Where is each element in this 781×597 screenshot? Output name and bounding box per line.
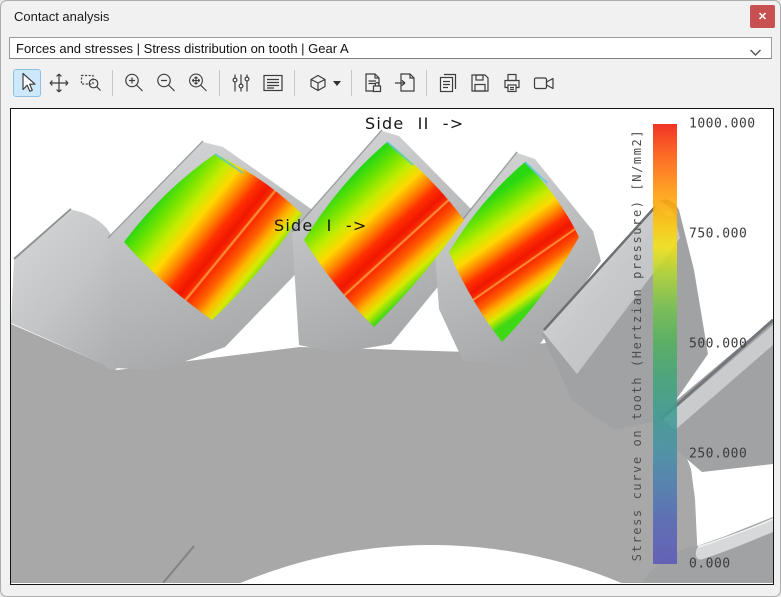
close-icon: ✕ xyxy=(758,10,767,23)
zoom-in-icon xyxy=(122,71,146,95)
window-title: Contact analysis xyxy=(14,9,109,24)
analysis-selector-dropdown[interactable]: Forces and stresses | Stress distributio… xyxy=(9,37,772,59)
side-2-annotation: Side II -> xyxy=(365,114,464,133)
contact-analysis-window: Contact analysis ✕ Forces and stresses |… xyxy=(0,0,781,597)
select-button[interactable] xyxy=(13,69,41,97)
close-button[interactable]: ✕ xyxy=(750,5,775,28)
document-lock-icon xyxy=(361,71,385,95)
color-scale-tick-750: 750.000 xyxy=(689,227,747,242)
zoom-fit-button[interactable] xyxy=(184,69,212,97)
side-1-annotation: Side I -> xyxy=(274,216,367,235)
zoom-rectangle-icon xyxy=(79,71,103,95)
zoom-out-icon xyxy=(154,71,178,95)
text-lines-icon xyxy=(261,71,285,95)
move-arrows-icon xyxy=(47,71,71,95)
3d-viewport[interactable]: Side II -> Side I -> 1000.000 750.000 50… xyxy=(10,108,774,585)
zoom-window-button[interactable] xyxy=(77,69,105,97)
display-settings-button[interactable] xyxy=(227,69,255,97)
document-arrow-icon xyxy=(393,71,417,95)
protected-report-button[interactable] xyxy=(359,69,387,97)
cursor-arrow-icon xyxy=(15,71,39,95)
dropdown-caret-icon xyxy=(333,81,341,86)
color-scale-tick-500: 500.000 xyxy=(689,337,747,352)
toolbar-separator xyxy=(219,70,220,96)
toolbar-separator xyxy=(351,70,352,96)
view-3d-button[interactable] xyxy=(302,69,344,97)
floppy-disk-icon xyxy=(468,71,492,95)
zoom-fit-icon xyxy=(186,71,210,95)
zoom-out-button[interactable] xyxy=(152,69,180,97)
export-report-button[interactable] xyxy=(391,69,419,97)
print-button[interactable] xyxy=(498,69,526,97)
copy-button[interactable] xyxy=(434,69,462,97)
toolbar-separator xyxy=(426,70,427,96)
selector-value: Forces and stresses | Stress distributio… xyxy=(10,41,349,56)
toolbar-separator xyxy=(112,70,113,96)
color-scale-tick-250: 250.000 xyxy=(689,447,747,462)
printer-icon xyxy=(500,71,524,95)
toolbar xyxy=(1,60,780,106)
color-scale-tick-1000: 1000.000 xyxy=(689,117,756,132)
legend-button[interactable] xyxy=(259,69,287,97)
cube-icon xyxy=(306,71,330,95)
color-scale-title: Stress curve on tooth (Hertzian pressure… xyxy=(630,108,648,585)
save-button[interactable] xyxy=(466,69,494,97)
zoom-in-button[interactable] xyxy=(120,69,148,97)
color-scale-bar xyxy=(653,124,677,564)
toolbar-separator xyxy=(294,70,295,96)
pan-button[interactable] xyxy=(45,69,73,97)
title-bar: Contact analysis ✕ xyxy=(1,1,780,33)
record-video-button[interactable] xyxy=(530,69,558,97)
color-scale-tick-0: 0.000 xyxy=(689,557,731,572)
video-camera-icon xyxy=(532,71,556,95)
gear-mesh-scene xyxy=(11,109,773,583)
sliders-icon xyxy=(229,71,253,95)
copy-icon xyxy=(436,71,460,95)
